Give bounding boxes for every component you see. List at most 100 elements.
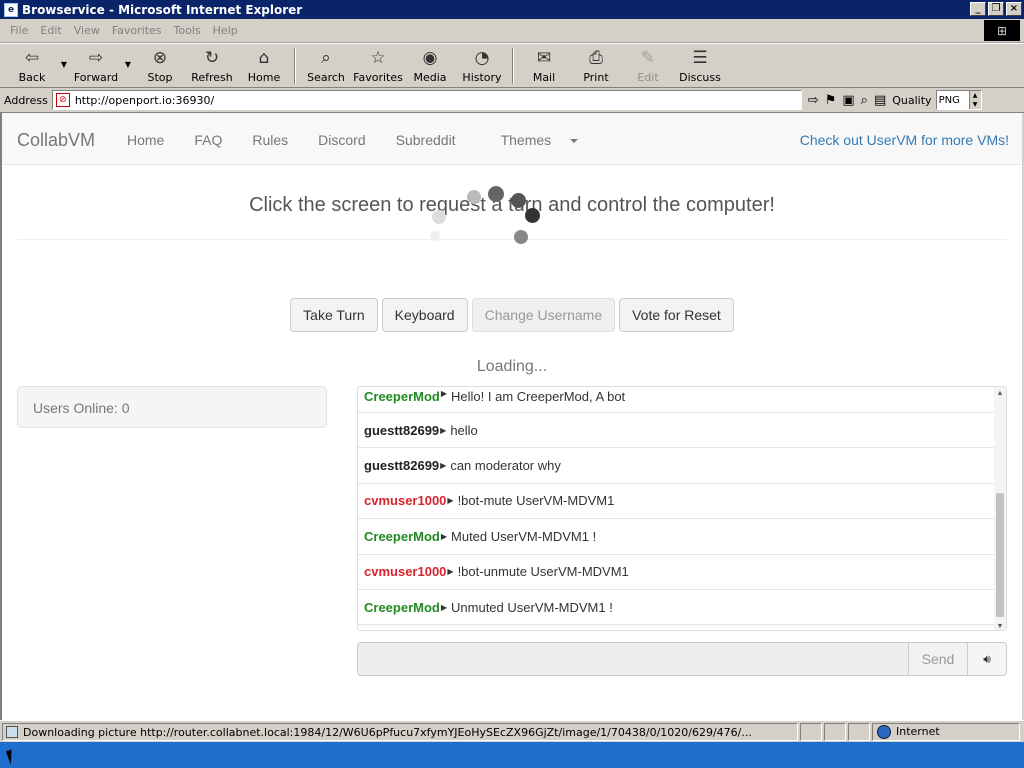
mail-button[interactable]: ✉ Mail [518,44,570,86]
caret-down-icon [570,139,579,144]
menu-tools[interactable]: Tools [168,24,207,37]
edit-button[interactable]: ✎ Edit [622,44,674,86]
toolbar-separator [512,48,514,84]
chat-message-input[interactable] [357,642,909,676]
spinner-dot [488,186,504,202]
print-label: Print [583,71,609,84]
volume-icon[interactable]: 🔊︎ [968,642,1007,676]
scroll-thumb[interactable] [996,493,1004,617]
go-arrow-icon[interactable]: ⇨ [808,93,819,108]
security-zone: Internet [872,722,1020,741]
send-button[interactable]: Send [909,642,968,676]
chat-username[interactable]: cvmuser1000 [364,493,446,508]
vote-reset-button[interactable]: Vote for Reset [619,298,734,332]
nav-subreddit[interactable]: Subreddit [381,132,471,148]
media-button[interactable]: ◉ Media [404,44,456,86]
arrow-right-icon: ▶ [440,531,448,541]
bookmark-icon[interactable]: ⚑ [825,93,837,108]
back-dropdown-button[interactable]: ▼ [58,44,70,86]
chat-message: CreeperMod ▶ Unmuted UserVM-MDVM1 ! [358,590,994,626]
chat-username[interactable]: CreeperMod [364,529,440,544]
restore-button[interactable]: ❐ [988,2,1004,16]
chat-panel[interactable]: CreeperMod ▶ Hello! I am CreeperMod, A bot… [357,386,1007,631]
forward-label: Forward [73,71,119,84]
menu-bar: File Edit View Favorites Tools Help ⊞ [0,19,1024,43]
quality-label: Quality [892,93,932,107]
refresh-button[interactable]: ↻ Refresh [186,44,238,86]
chat-username[interactable]: cvmuser1000 [364,564,446,579]
spinner-dot [511,193,526,208]
chat-username[interactable]: guestt82699 [364,458,439,473]
standard-toolbar: ⇦ Back ▼ ⇨ Forward ▼ ⊗ Stop ↻ Refresh ⌂ … [0,43,1024,88]
spinner-dot [467,190,481,204]
forward-dropdown-button[interactable]: ▼ [122,44,134,86]
scroll-up-icon[interactable]: ▲ [994,390,1006,397]
take-turn-button[interactable]: Take Turn [290,298,378,332]
search-button[interactable]: ⌕ Search [300,44,352,86]
nav-faq[interactable]: FAQ [179,132,237,148]
clipboard-icon[interactable]: ▤ [874,93,886,108]
address-input[interactable]: ⊘ http://openport.io:36930/ [51,90,802,110]
spinner-dot [514,230,528,244]
find-icon[interactable]: ⌕ [861,93,868,108]
back-label: Back [18,71,46,84]
menu-file[interactable]: File [4,24,34,37]
keyboard-button[interactable]: Keyboard [381,298,468,332]
chat-text: !bot-unmute UserVM-MDVM1 [457,564,629,580]
chat-username[interactable]: guestt82699 [364,423,439,438]
menu-favorites[interactable]: Favorites [106,24,168,37]
home-button[interactable]: ⌂ Home [238,44,290,86]
change-username-button[interactable]: Change Username [471,298,616,332]
zone-label: Internet [896,725,940,738]
history-label: History [462,71,502,84]
nav-discord[interactable]: Discord [303,132,380,148]
menu-edit[interactable]: Edit [34,24,67,37]
chat-message: CreeperMod ▶ Muted UserVM-MDVM1 ! [358,519,994,555]
quality-value: PNG [938,94,960,106]
zoom-icon[interactable]: ▣ [842,93,854,108]
close-button[interactable]: × [1006,2,1022,16]
discuss-label: Discuss [679,71,721,84]
back-arrow-icon: ⇦ [24,48,40,68]
arrow-right-icon: ▶ [447,567,454,577]
print-button[interactable]: ⎙ Print [570,44,622,86]
loading-spinner-icon [422,183,542,253]
window-titlebar: e Browservice - Microsoft Internet Explo… [0,0,1024,19]
forward-button[interactable]: ⇨ Forward [70,44,122,86]
chat-username[interactable]: CreeperMod [364,600,440,615]
address-url: http://openport.io:36930/ [74,93,215,107]
status-cell [848,722,870,741]
nav-rules[interactable]: Rules [237,132,303,148]
discuss-button[interactable]: ☰ Discuss [674,44,726,86]
spinner-dot [430,231,440,241]
favorites-icon: ☆ [370,48,386,68]
scroll-down-icon[interactable]: ▼ [994,623,1006,630]
ie-icon: e [4,2,18,17]
stop-label: Stop [147,71,173,84]
chat-text: !bot-mute UserVM-MDVM1 [457,493,615,509]
chat-message: guestt82699 ▶ can moderator why [358,448,994,484]
menu-view[interactable]: View [68,24,106,37]
stop-button[interactable]: ⊗ Stop [134,44,186,86]
arrow-right-icon: ▶ [447,496,454,506]
chat-text: Muted UserVM-MDVM1 ! [451,528,597,544]
favorites-button[interactable]: ☆ Favorites [352,44,404,86]
back-button[interactable]: ⇦ Back [6,44,58,86]
chat-text: Unmuted UserVM-MDVM1 ! [451,599,613,615]
search-label: Search [307,71,345,84]
quality-spinner-icon[interactable]: ▲ ▼ [968,91,981,109]
chat-text: can moderator why [450,458,561,474]
window-title: Browservice - Microsoft Internet Explore… [22,2,303,17]
menu-help[interactable]: Help [207,24,244,37]
history-button[interactable]: ◔ History [456,44,508,86]
uservm-link[interactable]: Check out UserVM for more VMs! [800,132,1009,148]
chat-username[interactable]: CreeperMod [364,389,440,404]
quality-select[interactable]: PNG ▲ ▼ [935,90,982,110]
minimize-button[interactable]: _ [970,2,986,16]
nav-themes-dropdown[interactable]: Themes [471,132,594,148]
chat-scrollbar[interactable]: ▲ ▼ [994,387,1006,630]
edit-icon: ✎ [640,48,656,68]
chat-message: guestt82699 ▶ hello [358,413,994,449]
nav-home[interactable]: Home [112,132,179,148]
brand-link[interactable]: CollabVM [17,130,95,151]
